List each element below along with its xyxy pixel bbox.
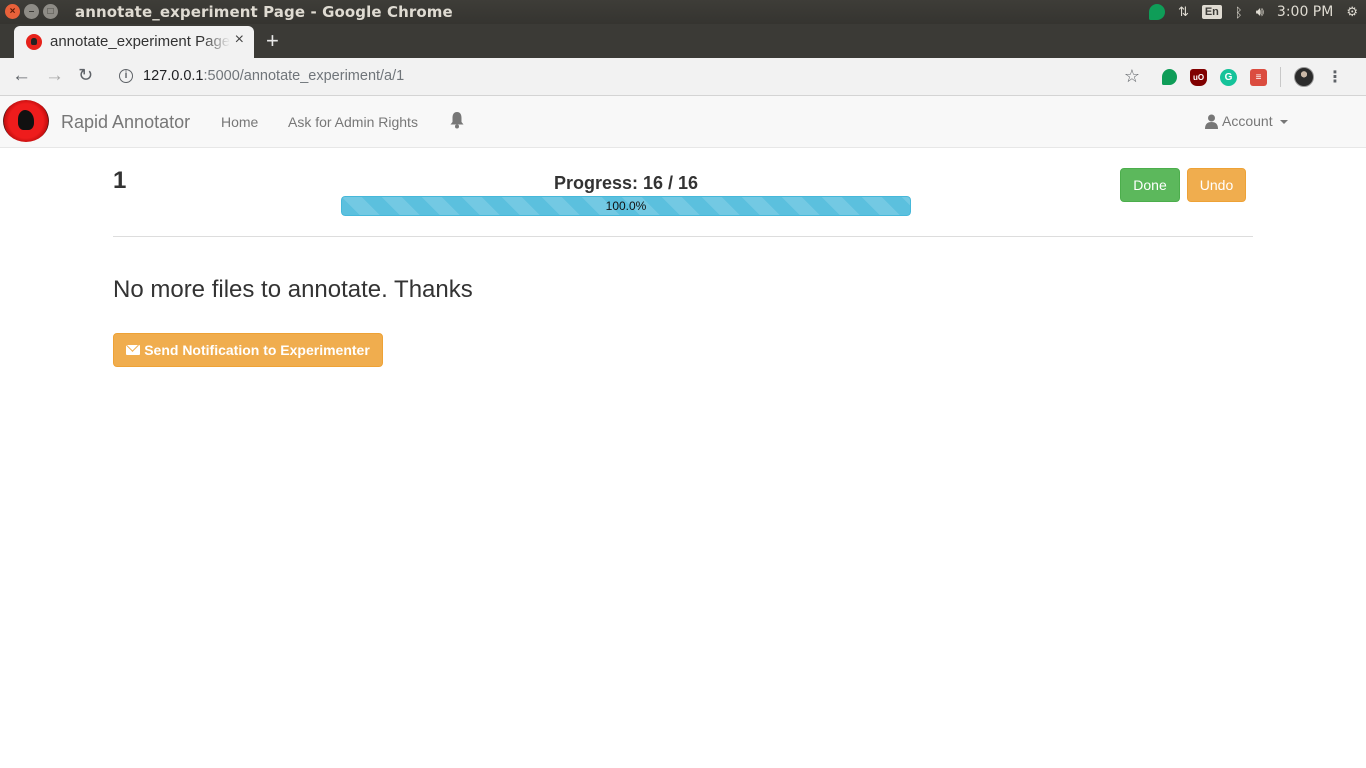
extension-icons: uO G ≡ ⋮	[1162, 67, 1343, 87]
forward-arrow-icon[interactable]: →	[45, 65, 64, 87]
grammarly-icon[interactable]: G	[1220, 68, 1237, 86]
ublock-icon[interactable]: uO	[1190, 68, 1207, 86]
network-icon[interactable]: ⇅	[1178, 4, 1189, 20]
done-button[interactable]: Done	[1120, 168, 1180, 202]
address-bar[interactable]: i 127.0.0.1:5000/annotate_experiment/a/1…	[108, 62, 1148, 92]
system-tray: ⇅ En ᛒ 🔊︎ 3:00 PM ⚙	[1148, 0, 1358, 24]
progress-label: Progress: 16 / 16	[553, 173, 699, 193]
reload-icon[interactable]: ↻	[78, 65, 93, 86]
tab-title: annotate_experiment Page	[50, 33, 230, 50]
bluetooth-icon[interactable]: ᛒ	[1235, 5, 1243, 20]
hangouts-icon[interactable]	[1162, 69, 1177, 85]
account-label: Account	[1222, 113, 1273, 129]
browser-tab-strip: annotate_experiment Page × +	[0, 24, 1366, 58]
window-minimize-button[interactable]: –	[24, 4, 39, 19]
tab-close-icon[interactable]: ×	[235, 31, 244, 49]
send-notification-label: Send Notification to Experimenter	[144, 342, 370, 358]
user-icon	[1205, 114, 1218, 129]
new-tab-button[interactable]: +	[266, 28, 279, 54]
clock[interactable]: 3:00 PM	[1277, 4, 1333, 20]
app-navbar: Rapid Annotator Home Ask for Admin Right…	[0, 96, 1366, 148]
completion-message: No more files to annotate. Thanks	[113, 276, 473, 303]
volume-icon[interactable]: 🔊︎	[1256, 4, 1264, 20]
send-notification-button[interactable]: Send Notification to Experimenter	[113, 333, 383, 367]
browser-menu-icon[interactable]: ⋮	[1327, 67, 1343, 87]
url-path: :5000/annotate_experiment/a/1	[203, 68, 405, 84]
favicon-icon	[26, 34, 42, 50]
brand-logo[interactable]	[3, 100, 49, 142]
nav-admin-rights-link[interactable]: Ask for Admin Rights	[288, 114, 418, 130]
window-close-button[interactable]: ×	[5, 4, 20, 19]
url-text[interactable]: 127.0.0.1:5000/annotate_experiment/a/1	[143, 68, 404, 84]
divider	[113, 236, 1253, 237]
bookmark-star-icon[interactable]: ☆	[1124, 66, 1140, 87]
window-maximize-button[interactable]: □	[43, 4, 58, 19]
progress-bar: 100.0%	[341, 196, 911, 216]
settings-gear-icon[interactable]: ⚙	[1346, 4, 1358, 20]
url-host: 127.0.0.1	[143, 68, 204, 84]
undo-button[interactable]: Undo	[1187, 168, 1246, 202]
todoist-icon[interactable]: ≡	[1250, 68, 1267, 86]
site-info-icon[interactable]: i	[119, 69, 133, 83]
nav-home-link[interactable]: Home	[221, 114, 258, 130]
notification-bell-icon[interactable]	[449, 111, 465, 129]
browser-toolbar: ← → ↻ i 127.0.0.1:5000/annotate_experime…	[0, 58, 1366, 96]
envelope-icon	[126, 345, 141, 355]
profile-avatar[interactable]	[1294, 67, 1314, 87]
account-dropdown[interactable]: Account	[1205, 113, 1288, 129]
keyboard-language-indicator[interactable]: En	[1201, 5, 1222, 19]
chevron-down-icon	[1279, 120, 1288, 124]
browser-tab[interactable]: annotate_experiment Page ×	[14, 26, 254, 58]
experiment-number: 1	[113, 167, 127, 194]
window-controls: × – □	[5, 4, 58, 19]
os-title-bar: × – □ annotate_experiment Page - Google …	[0, 0, 1366, 24]
brand-name[interactable]: Rapid Annotator	[61, 112, 190, 133]
back-arrow-icon[interactable]: ←	[12, 65, 31, 87]
toolbar-separator	[1280, 67, 1281, 87]
progress-bar-fill: 100.0%	[341, 196, 911, 216]
window-title: annotate_experiment Page - Google Chrome	[75, 3, 453, 21]
hangouts-tray-icon[interactable]	[1148, 4, 1165, 20]
